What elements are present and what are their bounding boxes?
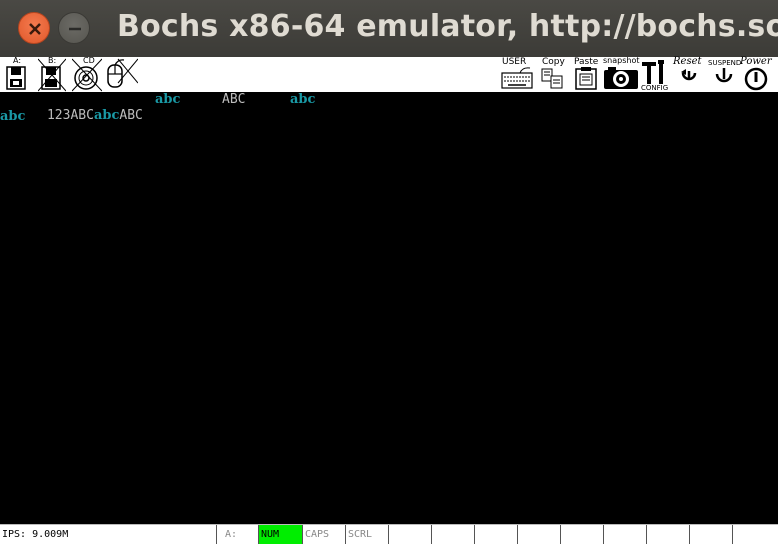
screen-text-a: abc	[93, 108, 120, 123]
screen-line-2: abc	[0, 109, 26, 124]
status-slot	[431, 525, 474, 544]
cdrom-disabled-icon	[72, 58, 102, 92]
floppy-a-button[interactable]: A:	[4, 57, 28, 92]
keyboard-icon	[501, 67, 533, 89]
floppy-drive-icon	[6, 66, 26, 90]
status-slot	[689, 525, 732, 544]
toolbar: A: B: CD USER Copy Paste snapshot CONFIG…	[0, 57, 778, 92]
status-slot	[517, 525, 560, 544]
cdrom-button[interactable]: CD	[72, 57, 102, 92]
title-bar[interactable]: Bochs x86-64 emulator, http://bochs.sour	[0, 0, 778, 57]
config-button[interactable]: CONFIG	[640, 57, 672, 92]
status-slot	[388, 525, 431, 544]
minimize-button[interactable]	[58, 12, 90, 44]
snapshot-button[interactable]: snapshot	[602, 57, 640, 92]
floppy-disabled-icon	[38, 58, 66, 92]
config-label: CONFIG	[641, 84, 669, 92]
screen-text-e: abc	[290, 92, 316, 107]
close-icon	[29, 23, 41, 35]
status-slot	[603, 525, 646, 544]
screen-text-d: ABC	[222, 92, 246, 107]
paste-button[interactable]: Paste	[572, 57, 600, 92]
window-title: Bochs x86-64 emulator, http://bochs.sour	[117, 9, 778, 44]
status-slot	[560, 525, 603, 544]
scroll-lock-indicator: SCRL	[345, 525, 388, 544]
power-icon	[744, 67, 768, 91]
emulator-screen[interactable]: 123ABCabcABC abc ABC abc abc	[0, 92, 778, 524]
reset-icon	[681, 69, 697, 81]
drive-indicator: A:	[216, 525, 258, 544]
status-slot	[646, 525, 689, 544]
bochs-window: Bochs x86-64 emulator, http://bochs.sour…	[0, 0, 778, 544]
clipboard-icon	[575, 67, 597, 90]
status-bar: IPS: 9.009M A: NUM CAPS SCRL	[0, 524, 778, 544]
suspend-icon	[715, 68, 733, 83]
num-lock-indicator: NUM	[258, 525, 302, 544]
caps-lock-indicator: CAPS	[302, 525, 345, 544]
ips-indicator: IPS: 9.009M	[2, 529, 69, 540]
power-button[interactable]: Power	[740, 57, 776, 92]
copy-icon	[541, 68, 563, 89]
camera-icon	[604, 67, 638, 89]
copy-button[interactable]: Copy	[538, 57, 568, 92]
mouse-disabled-icon	[107, 58, 138, 88]
mouse-toggle-button[interactable]	[104, 57, 138, 92]
suspend-button[interactable]: SUSPEND	[708, 57, 741, 92]
floppy-b-button[interactable]: B:	[38, 57, 66, 92]
screen-text-prefix: 123ABC	[46, 108, 94, 123]
reset-button[interactable]: Reset	[672, 57, 708, 92]
screen-text-c: abc	[155, 92, 181, 107]
minimize-icon	[69, 27, 81, 31]
status-slot	[474, 525, 517, 544]
screen-text-b: ABC	[119, 108, 143, 123]
user-button[interactable]: USER	[500, 57, 534, 92]
status-slot	[732, 525, 778, 544]
close-button[interactable]	[18, 12, 50, 44]
